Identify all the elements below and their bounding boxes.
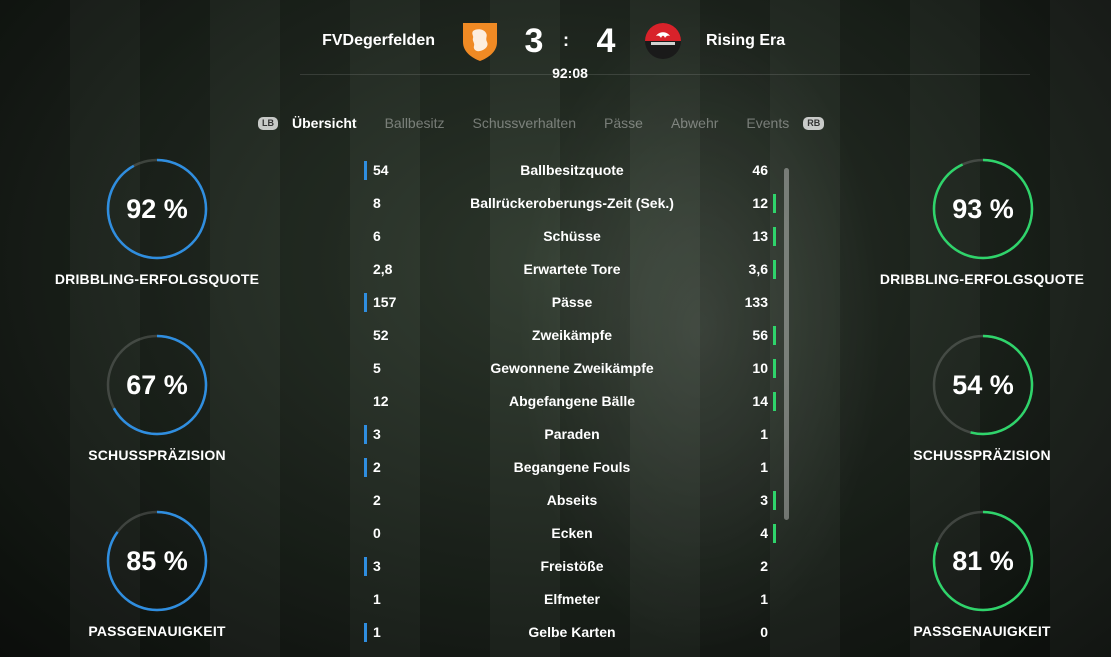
away-shot-accuracy-value: 54 % — [952, 369, 1014, 400]
stat-row-corners: 0 Ecken 4 — [362, 517, 782, 550]
stat-away-value: 4 — [760, 525, 768, 541]
score-separator: : — [563, 30, 569, 50]
stats-tab-bar: LB Übersicht Ballbesitz Schussverhalten … — [258, 112, 825, 134]
home-team-name: FVDegerfelden — [322, 32, 435, 49]
away-team-name: Rising Era — [706, 32, 786, 49]
stat-away-value: 2 — [760, 558, 768, 574]
away-score: 4 — [596, 22, 616, 60]
stat-row-duels: 52 Zweikämpfe 56 — [362, 319, 782, 352]
stat-name: Pässe — [551, 294, 593, 310]
stat-away-value: 46 — [752, 162, 768, 178]
stat-away-value: 56 — [752, 327, 768, 343]
tab-defense[interactable]: Abwehr — [671, 115, 718, 131]
stat-name: Gelbe Karten — [528, 624, 616, 640]
away-leader-bar — [773, 194, 776, 213]
away-leader-bar — [773, 326, 776, 345]
away-dribbling-ring: 93 % — [932, 158, 1034, 260]
away-shot-accuracy-ring: 54 % — [932, 334, 1034, 436]
stat-row-yellow-cards: 1 Gelbe Karten 0 — [362, 616, 782, 649]
away-leader-bar — [773, 227, 776, 246]
stat-row-interceptions: 12 Abgefangene Bälle 14 — [362, 385, 782, 418]
stat-row-recovery-time: 8 Ballrückeroberungs-Zeit (Sek.) 12 — [362, 187, 782, 220]
home-pass-accuracy-value: 85 % — [126, 545, 188, 576]
stat-name: Ballbesitzquote — [520, 162, 624, 178]
stat-name: Schüsse — [543, 228, 601, 244]
stat-away-value: 12 — [752, 195, 768, 211]
stat-name: Begangene Fouls — [513, 459, 631, 475]
stat-name: Paraden — [544, 426, 600, 442]
home-crest-icon — [463, 23, 497, 61]
lb-bumper-icon[interactable]: LB — [258, 116, 278, 130]
home-dribbling-label: DRIBBLING-ERFOLGSQUOTE — [54, 271, 260, 287]
stat-row-passes: 157 Pässe 133 — [362, 286, 782, 319]
away-dribbling-label: DRIBBLING-ERFOLGSQUOTE — [879, 271, 1085, 287]
stat-away-value: 10 — [752, 360, 768, 376]
stats-table: 54 Ballbesitzquote 46 8 Ballrückeroberungs-… — [362, 154, 782, 649]
home-shot-accuracy-value: 67 % — [126, 369, 188, 400]
away-pass-accuracy-value: 81 % — [952, 545, 1014, 576]
home-pass-accuracy-ring: 85 % — [106, 510, 208, 612]
away-leader-bar — [773, 260, 776, 279]
stat-away-value: 3,6 — [748, 261, 768, 277]
tab-overview[interactable]: Übersicht — [292, 115, 357, 131]
stat-away-value: 133 — [744, 294, 768, 310]
away-leader-bar — [773, 359, 776, 378]
stat-name: Ballrückeroberungs-Zeit (Sek.) — [470, 195, 674, 211]
stat-row-shots: 6 Schüsse 13 — [362, 220, 782, 253]
stat-row-penalties: 1 Elfmeter 1 — [362, 583, 782, 616]
stat-row-possession: 54 Ballbesitzquote 46 — [362, 154, 782, 187]
stats-scrollbar[interactable] — [784, 168, 789, 520]
away-crest-icon — [645, 23, 681, 59]
home-shot-accuracy-ring: 67 % — [106, 334, 208, 436]
match-clock: 92:08 — [552, 65, 588, 81]
away-leader-bar — [773, 524, 776, 543]
away-dribbling-value: 93 % — [952, 193, 1014, 224]
stat-name: Gewonnene Zweikämpfe — [490, 360, 654, 376]
tab-events[interactable]: Events — [746, 115, 789, 131]
stat-row-offsides: 2 Abseits 3 — [362, 484, 782, 517]
stat-away-value: 3 — [760, 492, 768, 508]
home-score: 3 — [524, 22, 544, 60]
away-leader-bar — [773, 491, 776, 510]
tab-shooting[interactable]: Schussverhalten — [473, 115, 577, 131]
home-shot-accuracy-label: SCHUSSPRÄZISION — [88, 447, 226, 463]
stat-name: Abgefangene Bälle — [508, 393, 636, 409]
rb-bumper-icon[interactable]: RB — [803, 116, 825, 130]
stat-away-value: 1 — [760, 459, 768, 475]
stat-away-value: 1 — [760, 591, 768, 607]
tab-possession[interactable]: Ballbesitz — [385, 115, 445, 131]
home-pass-accuracy-label: PASSGENAUIGKEIT — [88, 623, 226, 639]
stat-name: Zweikämpfe — [531, 327, 613, 343]
stat-name: Abseits — [546, 492, 598, 508]
away-leader-bar — [773, 392, 776, 411]
stat-name: Erwartete Tore — [523, 261, 621, 277]
stat-name: Elfmeter — [543, 591, 601, 607]
home-dribbling-value: 92 % — [126, 193, 188, 224]
header-divider — [300, 74, 1030, 75]
stat-row-expected-goals: 2,8 Erwartete Tore 3,6 — [362, 253, 782, 286]
stat-name: Ecken — [551, 525, 593, 541]
stat-row-duels-won: 5 Gewonnene Zweikämpfe 10 — [362, 352, 782, 385]
stat-away-value: 0 — [760, 624, 768, 640]
stat-away-value: 13 — [752, 228, 768, 244]
stat-row-free-kicks: 3 Freistöße 2 — [362, 550, 782, 583]
stat-row-fouls: 2 Begangene Fouls 1 — [362, 451, 782, 484]
tab-passing[interactable]: Pässe — [604, 115, 643, 131]
away-pass-accuracy-label: PASSGENAUIGKEIT — [913, 623, 1051, 639]
away-shot-accuracy-label: SCHUSSPRÄZISION — [913, 447, 1051, 463]
stat-away-value: 14 — [752, 393, 768, 409]
away-pass-accuracy-ring: 81 % — [932, 510, 1034, 612]
stat-row-saves: 3 Paraden 1 — [362, 418, 782, 451]
stat-away-value: 1 — [760, 426, 768, 442]
home-dribbling-ring: 92 % — [106, 158, 208, 260]
stat-name: Freistöße — [540, 558, 604, 574]
